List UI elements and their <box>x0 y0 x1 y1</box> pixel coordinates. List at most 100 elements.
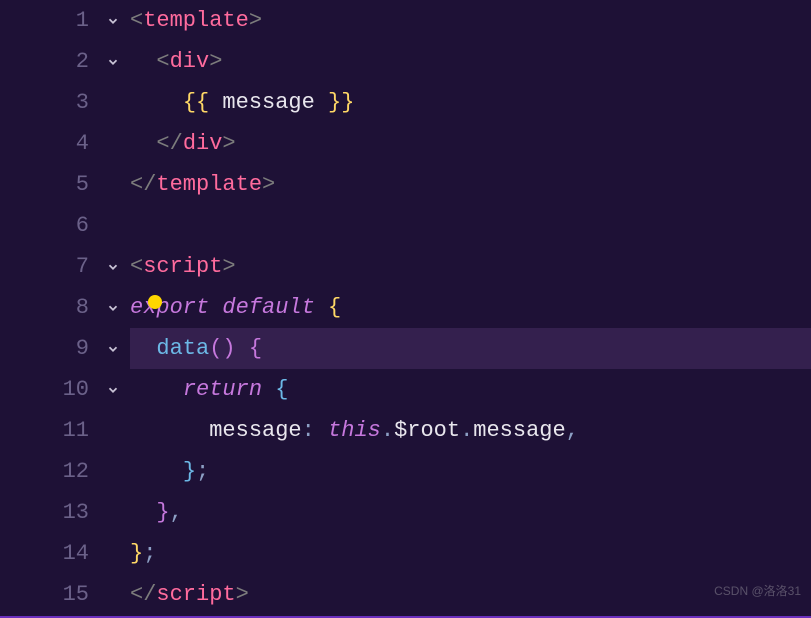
line-number: 6 <box>39 205 89 246</box>
code-line[interactable]: message: this.$root.message, <box>130 410 811 451</box>
gutter-line: 4 <box>0 123 130 164</box>
gutter-line: 9 <box>0 328 130 369</box>
token <box>130 90 183 115</box>
token: export <box>130 295 209 320</box>
token: } <box>130 541 143 566</box>
code-line[interactable]: </div> <box>130 123 811 164</box>
token: < <box>156 49 169 74</box>
watermark: CSDN @洛洛31 <box>714 571 801 612</box>
token <box>315 295 328 320</box>
token: } <box>156 500 169 525</box>
gutter-line: 7 <box>0 246 130 287</box>
line-number: 3 <box>39 82 89 123</box>
token <box>130 500 156 525</box>
code-line[interactable]: export default { <box>130 287 811 328</box>
token: ; <box>143 541 156 566</box>
line-number: 11 <box>39 410 89 451</box>
line-number: 1 <box>39 0 89 41</box>
token: . <box>381 418 394 443</box>
token: > <box>209 49 222 74</box>
code-editor[interactable]: 123456789101112131415 <template> <div> {… <box>0 0 811 618</box>
token: } <box>183 459 196 484</box>
chevron-down-icon[interactable] <box>104 381 122 399</box>
code-line[interactable]: return { <box>130 369 811 410</box>
gutter-line: 3 <box>0 82 130 123</box>
token: {{ <box>183 90 209 115</box>
token: </ <box>130 582 156 607</box>
line-number: 8 <box>39 287 89 328</box>
line-number: 5 <box>39 164 89 205</box>
gutter: 123456789101112131415 <box>0 0 130 618</box>
gutter-line: 8 <box>0 287 130 328</box>
chevron-down-icon[interactable] <box>104 258 122 276</box>
chevron-down-icon[interactable] <box>104 340 122 358</box>
gutter-line: 5 <box>0 164 130 205</box>
token <box>130 131 156 156</box>
lightbulb-icon[interactable] <box>148 295 162 309</box>
token: { <box>275 377 288 402</box>
code-line[interactable]: }; <box>130 533 811 574</box>
code-line[interactable]: <div> <box>130 41 811 82</box>
gutter-line: 15 <box>0 574 130 615</box>
token <box>315 418 328 443</box>
chevron-down-icon[interactable] <box>104 12 122 30</box>
token: { <box>249 336 262 361</box>
token <box>130 336 156 361</box>
token: , <box>170 500 183 525</box>
token: > <box>222 254 235 279</box>
token <box>236 336 249 361</box>
code-line[interactable]: }; <box>130 451 811 492</box>
token: </ <box>130 172 156 197</box>
gutter-line: 6 <box>0 205 130 246</box>
line-number: 12 <box>39 451 89 492</box>
code-line[interactable]: {{ message }} <box>130 82 811 123</box>
code-line[interactable]: <script> <box>130 246 811 287</box>
code-line[interactable]: data() { <box>130 328 811 369</box>
line-number: 2 <box>39 41 89 82</box>
gutter-line: 11 <box>0 410 130 451</box>
token: div <box>170 49 210 74</box>
token <box>262 377 275 402</box>
token: , <box>566 418 579 443</box>
token: template <box>143 8 249 33</box>
token: </ <box>156 131 182 156</box>
gutter-line: 12 <box>0 451 130 492</box>
token: this <box>328 418 381 443</box>
code-line[interactable] <box>130 205 811 246</box>
token: data <box>156 336 209 361</box>
chevron-down-icon[interactable] <box>104 53 122 71</box>
line-number: 14 <box>39 533 89 574</box>
token: script <box>143 254 222 279</box>
token: template <box>156 172 262 197</box>
token: . <box>460 418 473 443</box>
gutter-line: 2 <box>0 41 130 82</box>
token: default <box>222 295 314 320</box>
token: }} <box>328 90 354 115</box>
token <box>130 418 209 443</box>
token: return <box>183 377 262 402</box>
token: < <box>130 8 143 33</box>
token: > <box>249 8 262 33</box>
token: { <box>328 295 341 320</box>
token: > <box>236 582 249 607</box>
gutter-line: 14 <box>0 533 130 574</box>
code-line[interactable]: }, <box>130 492 811 533</box>
line-number: 4 <box>39 123 89 164</box>
code-line[interactable]: </template> <box>130 164 811 205</box>
token: () <box>209 336 235 361</box>
token <box>209 295 222 320</box>
token <box>130 49 156 74</box>
line-number: 7 <box>39 246 89 287</box>
token: > <box>222 131 235 156</box>
gutter-line: 10 <box>0 369 130 410</box>
line-number: 15 <box>39 574 89 615</box>
gutter-line: 13 <box>0 492 130 533</box>
line-number: 13 <box>39 492 89 533</box>
token: message <box>473 418 565 443</box>
token: $root <box>394 418 460 443</box>
token: script <box>156 582 235 607</box>
chevron-down-icon[interactable] <box>104 299 122 317</box>
code-line[interactable]: </script> <box>130 574 811 615</box>
code-area[interactable]: <template> <div> {{ message }} </div></t… <box>130 0 811 618</box>
code-line[interactable]: <template> <box>130 0 811 41</box>
